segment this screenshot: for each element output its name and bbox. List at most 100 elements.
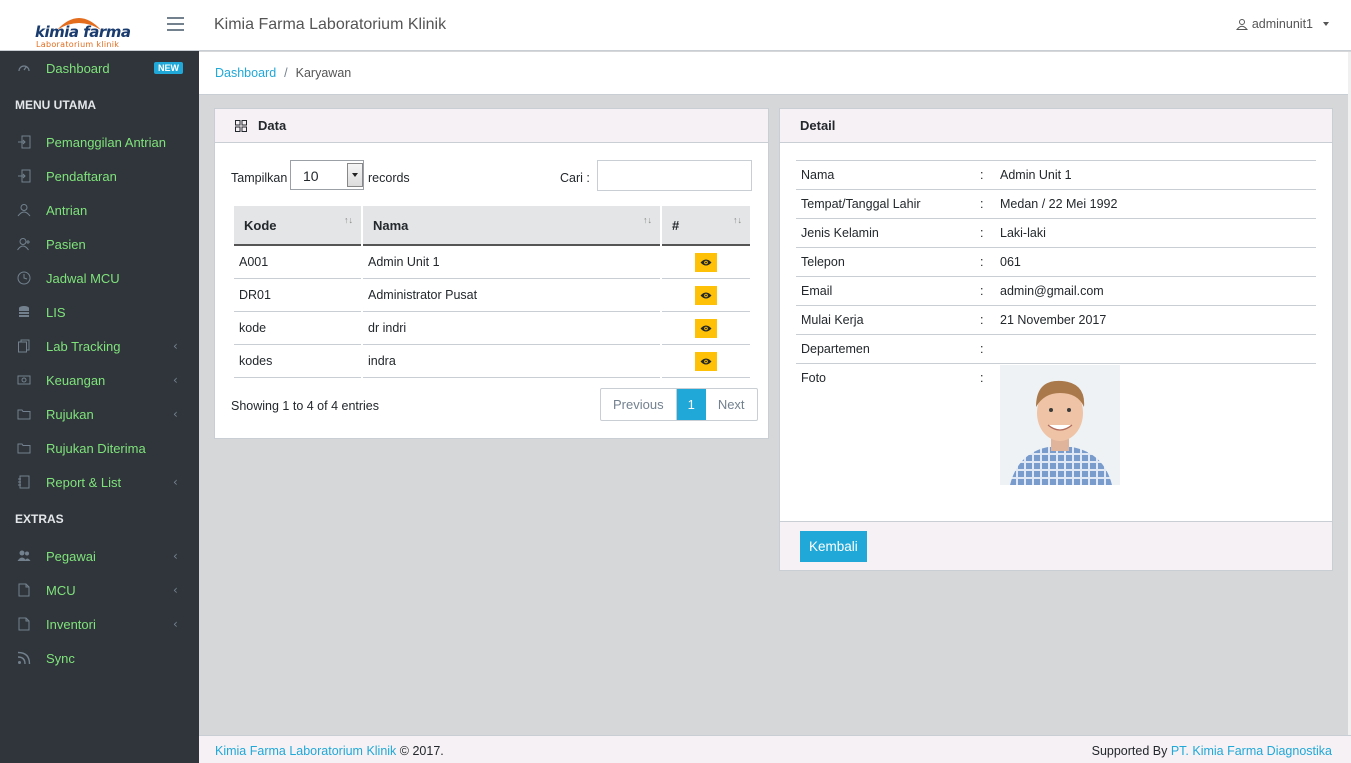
username: adminunit1 <box>1251 17 1313 31</box>
sidebar-item-lab-tracking[interactable]: Lab Tracking ‹ <box>0 329 199 363</box>
login-icon <box>18 169 31 183</box>
detail-card-title: Detail <box>800 118 836 133</box>
sidebar-item-label: Rujukan Diterima <box>46 440 146 456</box>
search-input[interactable] <box>597 160 752 191</box>
breadcrumb-separator: / <box>284 66 288 80</box>
sidebar-item-label: Keuangan <box>46 372 106 388</box>
detail-value: Medan / 22 Mei 1992 <box>1000 197 1118 211</box>
sidebar-item-label: Pendaftaran <box>46 168 117 184</box>
column-header-nama[interactable]: Nama ↑↓ <box>363 206 660 246</box>
view-button[interactable] <box>695 351 717 371</box>
chevron-left-icon: ‹ <box>173 475 178 489</box>
view-button[interactable] <box>695 285 717 305</box>
sidebar-item-rujukan-diterima[interactable]: Rujukan Diterima <box>0 431 199 465</box>
sidebar-item-label: Rujukan <box>46 406 94 422</box>
page-size-select[interactable]: 10 <box>290 160 364 190</box>
sidebar-item-keuangan[interactable]: Keuangan ‹ <box>0 363 199 397</box>
logo-subtext: Laboratorium klinik <box>36 40 120 49</box>
kembali-button[interactable]: Kembali <box>800 531 867 562</box>
employee-photo <box>1000 365 1120 485</box>
cell-kode: kodes <box>234 345 361 378</box>
sidebar-item-pasien[interactable]: Pasien <box>0 227 199 261</box>
table-controls: Tampilkan 10 records Cari : <box>231 160 752 191</box>
detail-colon: : <box>980 284 984 298</box>
chevron-left-icon: ‹ <box>173 339 178 353</box>
previous-button[interactable]: Previous <box>601 389 677 420</box>
detail-key: Telepon <box>801 255 845 269</box>
detail-value: 061 <box>1000 255 1021 269</box>
nav-title-extras: EXTRAS <box>15 512 64 526</box>
breadcrumb-current: Karyawan <box>295 66 352 80</box>
chevron-left-icon: ‹ <box>173 583 178 597</box>
sidebar-item-pemanggilan-antrian[interactable]: Pemanggilan Antrian <box>0 125 199 159</box>
view-button[interactable] <box>695 318 717 338</box>
notebook-icon <box>18 475 30 489</box>
sidebar-item-pendaftaran[interactable]: Pendaftaran <box>0 159 199 193</box>
kimia-farma-logo[interactable]: kimia farma Laboratorium klinik <box>33 8 131 49</box>
user-follow-icon <box>17 238 30 251</box>
sidebar-item-lis[interactable]: LIS <box>0 295 199 329</box>
column-header-kode[interactable]: Kode ↑↓ <box>234 206 361 246</box>
sidebar-item-dashboard[interactable]: Dashboard NEW <box>0 51 199 85</box>
detail-row: Departemen: <box>796 334 1316 363</box>
header: Kimia Farma Laboratorium Klinik adminuni… <box>167 0 1351 51</box>
footer: Kimia Farma Laboratorium Klinik © 2017. … <box>199 735 1351 763</box>
breadcrumb-dashboard-link[interactable]: Dashboard <box>215 66 276 80</box>
docs-icon <box>18 339 30 353</box>
nav-title-menu-utama: MENU UTAMA <box>15 98 97 112</box>
detail-row: Email: admin@gmail.com <box>796 276 1316 305</box>
sidebar-item-label: LIS <box>46 304 66 320</box>
login-icon <box>18 135 31 149</box>
footer-right: Supported By PT. Kimia Farma Diagnostika <box>1092 744 1332 758</box>
data-card-title: Data <box>258 118 287 133</box>
next-button[interactable]: Next <box>706 389 757 420</box>
detail-card-footer: Kembali <box>780 521 1332 570</box>
cell-kode: DR01 <box>234 279 361 312</box>
cell-kode: kode <box>234 312 361 345</box>
column-header-action[interactable]: # ↑↓ <box>662 206 750 246</box>
sidebar-item-jadwal-mcu[interactable]: Jadwal MCU <box>0 261 199 295</box>
footer-copyright: © 2017. <box>396 744 444 758</box>
sidebar-item-rujukan[interactable]: Rujukan ‹ <box>0 397 199 431</box>
sidebar-item-mcu[interactable]: MCU ‹ <box>0 573 199 607</box>
detail-colon: : <box>980 371 984 385</box>
table-header-row: Kode ↑↓ Nama ↑↓ # ↑↓ <box>234 206 750 246</box>
cell-nama: Administrator Pusat <box>363 279 660 312</box>
cell-nama: indra <box>363 345 660 378</box>
chevron-left-icon: ‹ <box>173 549 178 563</box>
sidebar-item-sync[interactable]: Sync <box>0 641 199 675</box>
table-row: A001 Admin Unit 1 <box>234 246 750 279</box>
detail-key: Email <box>801 284 833 298</box>
table-row: kodes indra <box>234 345 750 378</box>
sidebar-item-report-list[interactable]: Report & List ‹ <box>0 465 199 499</box>
detail-colon: : <box>980 342 984 356</box>
database-icon <box>19 306 29 317</box>
sidebar-item-pegawai[interactable]: Pegawai ‹ <box>0 539 199 573</box>
user-icon <box>17 204 31 217</box>
sidebar-item-label: Pegawai <box>46 548 96 564</box>
chevron-left-icon: ‹ <box>173 407 178 421</box>
footer-company-link[interactable]: PT. Kimia Farma Diagnostika <box>1171 744 1332 758</box>
detail-key: Departemen <box>801 342 870 356</box>
page-1-button[interactable]: 1 <box>676 389 706 420</box>
user-menu[interactable]: adminunit1 <box>1235 17 1329 31</box>
detail-value: 21 November 2017 <box>1000 313 1107 327</box>
cell-kode: A001 <box>234 246 361 279</box>
records-label: records <box>368 171 410 185</box>
show-label: Tampilkan <box>231 171 288 185</box>
sidebar-item-antrian[interactable]: Antrian <box>0 193 199 227</box>
sidebar-item-inventori[interactable]: Inventori ‹ <box>0 607 199 641</box>
folder-icon <box>17 443 31 454</box>
folder-icon <box>17 409 31 420</box>
sidebar-item-label: Jadwal MCU <box>46 270 120 286</box>
cell-action <box>662 279 750 312</box>
detail-key: Nama <box>801 168 835 182</box>
main-nav: Pemanggilan Antrian Pendaftaran Antrian Pas… <box>0 125 199 499</box>
rss-icon <box>17 651 31 665</box>
detail-value: admin@gmail.com <box>1000 284 1104 298</box>
footer-left: Kimia Farma Laboratorium Klinik © 2017. <box>215 744 444 758</box>
view-button[interactable] <box>695 252 717 272</box>
detail-key: Mulai Kerja <box>801 313 864 327</box>
sidebar-toggle-icon[interactable] <box>167 17 184 31</box>
footer-app-link[interactable]: Kimia Farma Laboratorium Klinik <box>215 744 396 758</box>
